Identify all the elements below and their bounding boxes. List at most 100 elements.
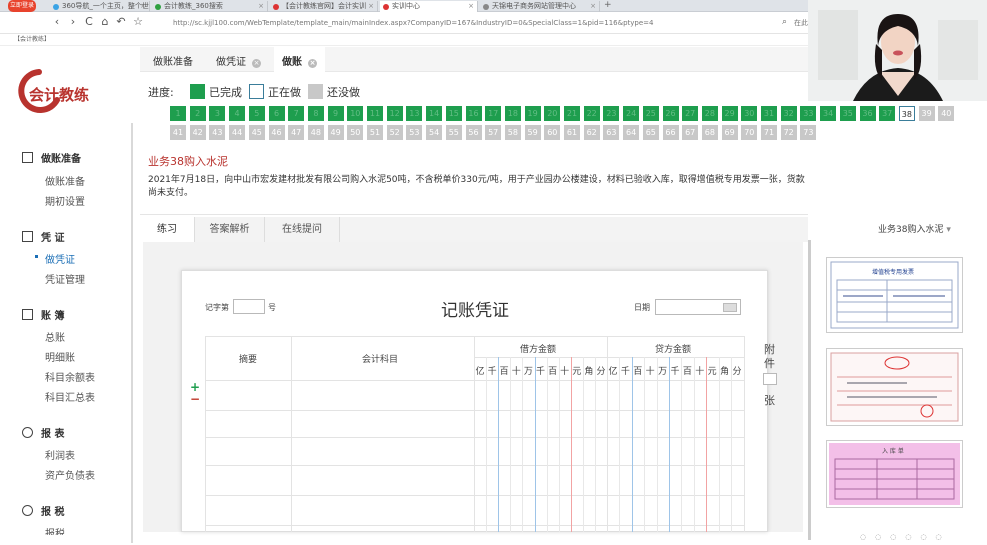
- progress-item[interactable]: 50: [347, 125, 364, 140]
- browser-tab[interactable]: 【会计教练官网】会计实训 ×: [270, 1, 378, 12]
- calendar-icon[interactable]: [723, 303, 737, 312]
- progress-item[interactable]: 30: [741, 106, 758, 121]
- warehouse-receipt-thumbnail[interactable]: 入 库 单: [826, 440, 963, 508]
- progress-item[interactable]: 22: [583, 106, 600, 121]
- close-icon[interactable]: ×: [468, 1, 474, 12]
- progress-item[interactable]: 28: [701, 106, 718, 121]
- url-field[interactable]: http://sc.kjjl100.com/WebTemplate/templa…: [159, 16, 769, 30]
- new-tab-button[interactable]: +: [604, 0, 612, 10]
- progress-item[interactable]: 66: [662, 125, 679, 140]
- progress-item[interactable]: 56: [465, 125, 482, 140]
- sidebar-section-reports[interactable]: 报 表: [22, 425, 64, 440]
- progress-item[interactable]: 33: [800, 106, 817, 121]
- progress-item[interactable]: 55: [445, 125, 462, 140]
- progress-item[interactable]: 46: [268, 125, 285, 140]
- invoice-thumbnail[interactable]: 增值税专用发票: [826, 257, 963, 333]
- close-icon[interactable]: ×: [368, 1, 374, 12]
- progress-item[interactable]: 18: [504, 106, 521, 121]
- status-icon[interactable]: ◌: [936, 533, 951, 541]
- sidebar-item-balance-table[interactable]: 科目余额表: [45, 369, 95, 384]
- browser-tab[interactable]: 360导航_一个主页，整个世界 ×: [50, 1, 150, 12]
- progress-item[interactable]: 1: [170, 106, 186, 121]
- progress-item[interactable]: 36: [859, 106, 876, 121]
- progress-item[interactable]: 62: [583, 125, 600, 140]
- progress-item[interactable]: 48: [307, 125, 324, 140]
- progress-item[interactable]: 7: [288, 106, 305, 121]
- sidebar-scrollbar[interactable]: [131, 123, 133, 543]
- sidebar-section-tax[interactable]: 报 税: [22, 503, 64, 518]
- sidebar-item-general-ledger[interactable]: 总账: [45, 329, 65, 344]
- bookmark-item[interactable]: 【会计教练】: [14, 36, 50, 43]
- refresh-icon[interactable]: C: [82, 15, 96, 28]
- progress-item[interactable]: 72: [780, 125, 797, 140]
- remove-row-button[interactable]: −: [190, 392, 200, 406]
- business-select[interactable]: 业务38购入水泥 ▾: [878, 222, 951, 235]
- sidebar-item-summary-table[interactable]: 科目汇总表: [45, 389, 95, 404]
- progress-item[interactable]: 2: [189, 106, 206, 121]
- close-icon[interactable]: ×: [252, 59, 261, 68]
- forward-icon[interactable]: ›: [66, 15, 80, 28]
- progress-item[interactable]: 29: [721, 106, 738, 121]
- browser-tab[interactable]: 天锦电子商务网站管理中心 ×: [480, 1, 600, 12]
- progress-item[interactable]: 37: [879, 106, 896, 121]
- progress-item[interactable]: 16: [465, 106, 482, 121]
- progress-item[interactable]: 42: [189, 125, 206, 140]
- tab-prep[interactable]: 做账准备: [153, 53, 193, 68]
- progress-item[interactable]: 45: [248, 125, 265, 140]
- progress-item[interactable]: 67: [682, 125, 699, 140]
- progress-item[interactable]: 68: [701, 125, 718, 140]
- star-icon[interactable]: ☆: [131, 15, 145, 28]
- progress-item[interactable]: 60: [544, 125, 561, 140]
- sidebar-item-voucher-manage[interactable]: 凭证管理: [45, 271, 85, 286]
- progress-item[interactable]: 35: [839, 106, 856, 121]
- progress-item[interactable]: 12: [386, 106, 403, 121]
- progress-item[interactable]: 14: [426, 106, 443, 121]
- tab-accounting[interactable]: 做账 ×: [274, 47, 325, 72]
- progress-item[interactable]: 54: [426, 125, 443, 140]
- progress-item[interactable]: 23: [603, 106, 620, 121]
- progress-item[interactable]: 9: [327, 106, 344, 121]
- progress-item[interactable]: 13: [406, 106, 423, 121]
- tab-make-voucher[interactable]: 做凭证 ×: [216, 53, 261, 68]
- sidebar-section-prep[interactable]: 做账准备: [22, 150, 81, 165]
- sidebar-item-prep[interactable]: 做账准备: [45, 173, 85, 188]
- progress-item[interactable]: 63: [603, 125, 620, 140]
- status-icon[interactable]: ◌: [920, 533, 935, 541]
- progress-item[interactable]: 32: [780, 106, 797, 121]
- sidebar-section-books[interactable]: 账 簿: [22, 307, 64, 322]
- search-field[interactable]: 在此: [794, 18, 808, 28]
- progress-item[interactable]: 65: [642, 125, 659, 140]
- content-scrollbar[interactable]: [808, 240, 811, 540]
- progress-item[interactable]: 21: [564, 106, 580, 121]
- progress-item[interactable]: 69: [721, 125, 738, 140]
- progress-item[interactable]: 4: [229, 106, 246, 121]
- progress-item[interactable]: 58: [504, 125, 521, 140]
- tab-ask[interactable]: 在线提问: [265, 217, 340, 242]
- date-input[interactable]: [655, 299, 741, 315]
- progress-item[interactable]: 43: [209, 125, 226, 140]
- progress-item[interactable]: 19: [524, 106, 541, 121]
- close-icon[interactable]: ×: [258, 1, 264, 12]
- progress-item[interactable]: 31: [761, 106, 777, 121]
- progress-item[interactable]: 11: [367, 106, 383, 121]
- receipt-thumbnail[interactable]: [826, 348, 963, 426]
- progress-item[interactable]: 41: [170, 125, 186, 140]
- home-icon[interactable]: ⌂: [98, 15, 112, 28]
- progress-item[interactable]: 17: [485, 106, 502, 121]
- progress-item[interactable]: 52: [386, 125, 403, 140]
- progress-item[interactable]: 26: [662, 106, 679, 121]
- browser-tab[interactable]: 会计教练_360搜索 ×: [152, 1, 268, 12]
- sidebar-section-voucher[interactable]: 凭 证: [22, 229, 64, 244]
- back-icon[interactable]: ‹: [50, 15, 64, 28]
- voucher-number-input[interactable]: [233, 299, 265, 314]
- tab-practice[interactable]: 练习: [140, 217, 195, 242]
- sidebar-item-income[interactable]: 利润表: [45, 447, 75, 462]
- progress-item[interactable]: 59: [524, 125, 541, 140]
- progress-item[interactable]: 47: [288, 125, 305, 140]
- sidebar-item-detail-ledger[interactable]: 明细账: [45, 349, 75, 364]
- close-icon[interactable]: ×: [308, 59, 317, 68]
- progress-item[interactable]: 10: [347, 106, 364, 121]
- progress-item[interactable]: 38: [898, 106, 915, 121]
- progress-item[interactable]: 44: [229, 125, 246, 140]
- tab-answer[interactable]: 答案解析: [195, 217, 265, 242]
